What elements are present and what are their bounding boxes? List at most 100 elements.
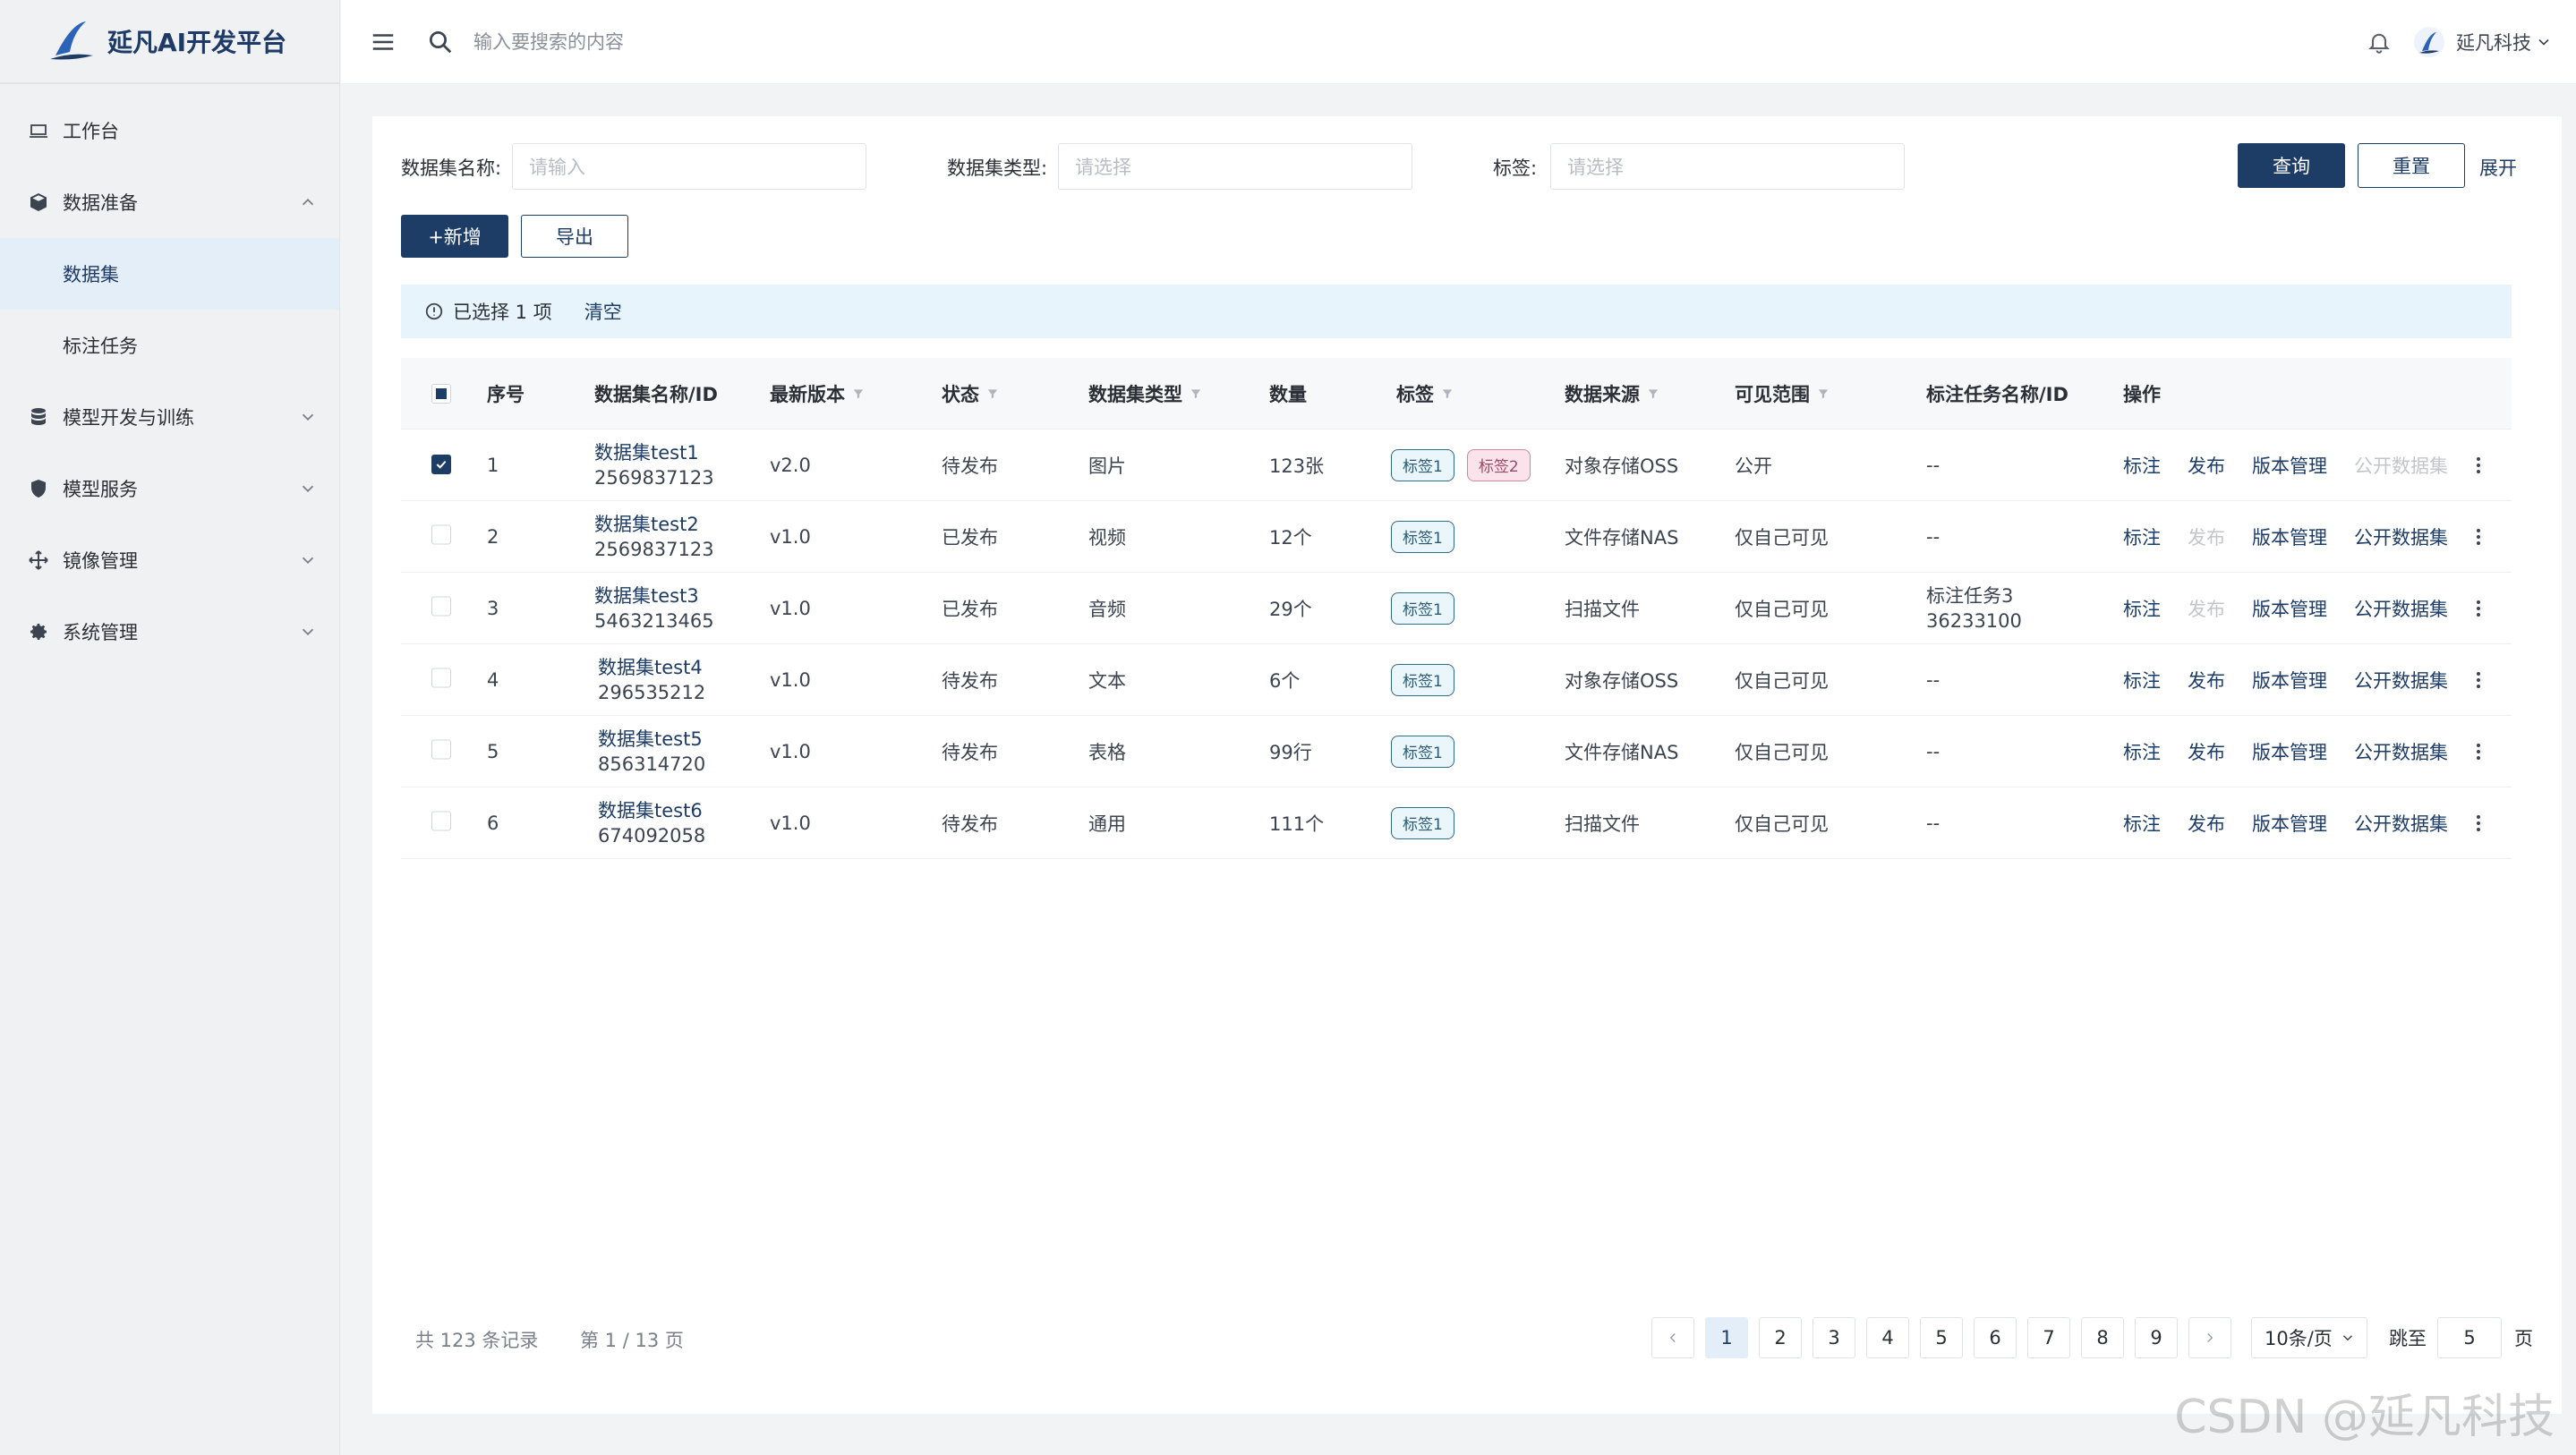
page-button[interactable]: 3 <box>1813 1317 1855 1358</box>
reset-button[interactable]: 重置 <box>2358 143 2465 188</box>
next-page-button[interactable] <box>2188 1317 2231 1358</box>
more-icon[interactable] <box>2475 813 2482 834</box>
query-button[interactable]: 查询 <box>2238 143 2345 188</box>
make-public-link[interactable]: 公开数据集 <box>2354 452 2448 479</box>
more-icon[interactable] <box>2475 598 2482 619</box>
filter-icon[interactable] <box>1817 387 1830 400</box>
jump-page-input[interactable]: 5 <box>2437 1317 2502 1358</box>
expand-link[interactable]: 展开 <box>2479 154 2517 181</box>
col-status[interactable]: 状态 <box>942 380 999 407</box>
col-version[interactable]: 最新版本 <box>770 380 865 407</box>
page-button[interactable]: 2 <box>1759 1317 1802 1358</box>
row-checkbox[interactable] <box>431 668 451 687</box>
more-icon[interactable] <box>2475 455 2482 476</box>
row-checkbox[interactable] <box>431 596 451 616</box>
col-type[interactable]: 数据集类型 <box>1088 380 1202 407</box>
row-task[interactable]: 标注任务3 36233100 <box>1926 583 2022 634</box>
chevron-down-icon[interactable] <box>2535 33 2553 51</box>
version-manage-link[interactable]: 版本管理 <box>2252 667 2327 693</box>
filter-icon[interactable] <box>986 387 999 400</box>
dataset-name[interactable]: 数据集test3 <box>594 583 714 608</box>
clear-selection-link[interactable]: 清空 <box>584 298 622 325</box>
dataset-name[interactable]: 数据集test6 <box>598 798 705 823</box>
filter-icon[interactable] <box>1647 387 1659 400</box>
row-name-cell[interactable]: 数据集test3 5463213465 <box>594 583 714 634</box>
user-name[interactable]: 延凡科技 <box>2456 29 2531 55</box>
row-name-cell[interactable]: 数据集test5 856314720 <box>598 727 705 777</box>
page-button[interactable]: 8 <box>2081 1317 2124 1358</box>
make-public-link[interactable]: 公开数据集 <box>2354 738 2448 765</box>
global-search-input[interactable] <box>473 30 921 53</box>
more-icon[interactable] <box>2475 526 2482 548</box>
publish-link[interactable]: 发布 <box>2188 667 2225 693</box>
publish-link[interactable]: 发布 <box>2188 452 2225 479</box>
more-icon[interactable] <box>2475 669 2482 691</box>
dataset-name[interactable]: 数据集test1 <box>594 440 714 465</box>
page-size-select[interactable]: 10条/页 <box>2251 1317 2367 1358</box>
avatar[interactable] <box>2413 26 2445 58</box>
make-public-link[interactable]: 公开数据集 <box>2354 810 2448 837</box>
select-all-checkbox[interactable] <box>431 383 451 404</box>
publish-link[interactable]: 发布 <box>2188 810 2225 837</box>
add-button[interactable]: +新增 <box>401 215 508 258</box>
version-manage-link[interactable]: 版本管理 <box>2252 810 2327 837</box>
version-manage-link[interactable]: 版本管理 <box>2252 738 2327 765</box>
dataset-name[interactable]: 数据集test5 <box>598 727 705 752</box>
filter-type-select[interactable]: 请选择 <box>1058 143 1412 190</box>
prev-page-button[interactable] <box>1651 1317 1694 1358</box>
row-name-cell[interactable]: 数据集test1 2569837123 <box>594 440 714 490</box>
row-checkbox[interactable] <box>431 811 451 830</box>
export-button[interactable]: 导出 <box>521 215 628 258</box>
make-public-link[interactable]: 公开数据集 <box>2354 523 2448 550</box>
sidebar-item-annotation-task[interactable]: 标注任务 <box>0 310 339 381</box>
dataset-name[interactable]: 数据集test2 <box>594 512 714 537</box>
sidebar-item-model-service[interactable]: 模型服务 <box>0 453 339 524</box>
page-button[interactable]: 1 <box>1705 1317 1748 1358</box>
hamburger-icon[interactable] <box>370 29 397 55</box>
version-manage-link[interactable]: 版本管理 <box>2252 452 2327 479</box>
make-public-link[interactable]: 公开数据集 <box>2354 667 2448 693</box>
row-name-cell[interactable]: 数据集test4 296535212 <box>598 655 705 705</box>
annotate-link[interactable]: 标注 <box>2123 595 2161 622</box>
page-button[interactable]: 6 <box>1974 1317 2017 1358</box>
filter-icon[interactable] <box>1190 387 1202 400</box>
sidebar-item-model-training[interactable]: 模型开发与训练 <box>0 381 339 453</box>
bell-icon[interactable] <box>2367 30 2392 55</box>
make-public-link[interactable]: 公开数据集 <box>2354 595 2448 622</box>
sidebar-item-dataset[interactable]: 数据集 <box>0 238 339 310</box>
row-name-cell[interactable]: 数据集test2 2569837123 <box>594 512 714 562</box>
annotate-link[interactable]: 标注 <box>2123 452 2161 479</box>
filter-icon[interactable] <box>1441 387 1454 400</box>
col-tags[interactable]: 标签 <box>1396 380 1454 407</box>
row-name-cell[interactable]: 数据集test6 674092058 <box>598 798 705 848</box>
filter-icon[interactable] <box>852 387 865 400</box>
col-visibility[interactable]: 可见范围 <box>1735 380 1830 407</box>
sidebar-item-data-prep[interactable]: 数据准备 <box>0 166 339 238</box>
page-button[interactable]: 5 <box>1920 1317 1963 1358</box>
row-checkbox[interactable] <box>431 524 451 544</box>
sidebar-item-workbench[interactable]: 工作台 <box>0 95 339 166</box>
page-button[interactable]: 9 <box>2135 1317 2178 1358</box>
page-button[interactable]: 4 <box>1866 1317 1909 1358</box>
more-icon[interactable] <box>2475 741 2482 762</box>
annotate-link[interactable]: 标注 <box>2123 810 2161 837</box>
logo[interactable]: 延凡AI开发平台 <box>0 0 339 84</box>
filter-tag-select[interactable]: 请选择 <box>1550 143 1905 190</box>
publish-link[interactable]: 发布 <box>2188 738 2225 765</box>
publish-link[interactable]: 发布 <box>2188 595 2225 622</box>
annotate-link[interactable]: 标注 <box>2123 523 2161 550</box>
version-manage-link[interactable]: 版本管理 <box>2252 595 2327 622</box>
sidebar-item-image-management[interactable]: 镜像管理 <box>0 524 339 596</box>
dataset-name[interactable]: 数据集test4 <box>598 655 705 680</box>
annotate-link[interactable]: 标注 <box>2123 667 2161 693</box>
publish-link[interactable]: 发布 <box>2188 523 2225 550</box>
page-button[interactable]: 7 <box>2027 1317 2070 1358</box>
search-icon[interactable] <box>427 29 454 55</box>
row-checkbox[interactable] <box>431 454 451 474</box>
version-manage-link[interactable]: 版本管理 <box>2252 523 2327 550</box>
task-name[interactable]: 标注任务3 <box>1926 583 2022 608</box>
col-source[interactable]: 数据来源 <box>1565 380 1659 407</box>
annotate-link[interactable]: 标注 <box>2123 738 2161 765</box>
filter-name-input[interactable]: 请输入 <box>512 143 866 190</box>
row-checkbox[interactable] <box>431 739 451 759</box>
